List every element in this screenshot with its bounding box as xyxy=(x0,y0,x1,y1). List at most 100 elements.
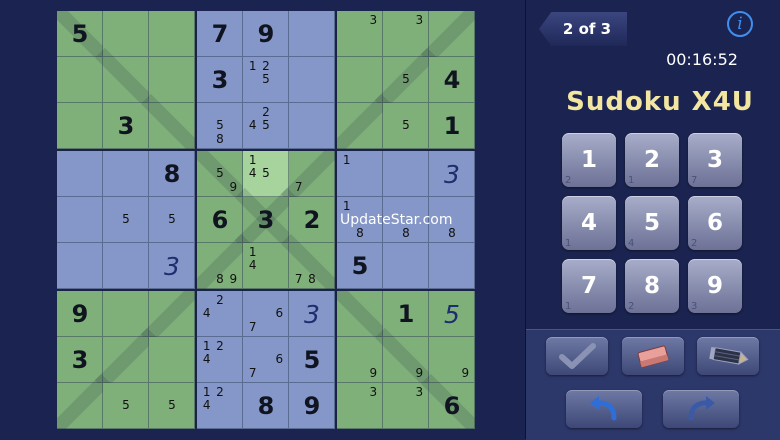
erase-button[interactable] xyxy=(622,337,684,375)
board-cell[interactable]: 7 xyxy=(197,11,243,57)
board-cell[interactable]: 6 xyxy=(197,197,243,243)
board-cell[interactable]: 5 xyxy=(103,197,149,243)
board-cell[interactable]: 7 xyxy=(289,151,335,197)
pencil-mark xyxy=(200,119,213,132)
board-cell[interactable] xyxy=(337,57,383,103)
check-button[interactable] xyxy=(546,337,608,375)
pencil-mark xyxy=(386,14,399,27)
number-key-1[interactable]: 12 xyxy=(562,133,616,187)
number-key-7[interactable]: 71 xyxy=(562,259,616,313)
board-cell[interactable] xyxy=(383,151,429,197)
board-cell[interactable]: 145 xyxy=(243,151,289,197)
board-cell[interactable] xyxy=(289,103,335,149)
board-cell[interactable]: 4 xyxy=(429,57,475,103)
board-cell[interactable] xyxy=(149,291,195,337)
board-cell[interactable] xyxy=(57,57,103,103)
board-cell[interactable]: 8 xyxy=(243,383,289,429)
board-cell[interactable] xyxy=(429,11,475,57)
number-key-6[interactable]: 62 xyxy=(688,196,742,250)
number-key-2[interactable]: 21 xyxy=(625,133,679,187)
board-cell[interactable] xyxy=(103,11,149,57)
board-cell[interactable]: 9 xyxy=(429,337,475,383)
board-cell[interactable]: 1 xyxy=(337,151,383,197)
board-cell[interactable]: 5 xyxy=(149,383,195,429)
board-cell[interactable] xyxy=(149,57,195,103)
board-cell[interactable]: 1 xyxy=(383,291,429,337)
info-icon[interactable]: i xyxy=(727,11,753,37)
board-cell[interactable]: 3 xyxy=(243,197,289,243)
board-cell[interactable] xyxy=(103,57,149,103)
board-cell[interactable] xyxy=(289,11,335,57)
back-button[interactable]: 2 of 3 xyxy=(539,12,627,46)
board-cell[interactable] xyxy=(103,243,149,289)
board-cell[interactable] xyxy=(103,151,149,197)
board-cell[interactable]: 67 xyxy=(243,337,289,383)
board-cell[interactable]: 89 xyxy=(197,243,243,289)
board-cell[interactable]: 125 xyxy=(243,57,289,103)
board-cell[interactable] xyxy=(103,337,149,383)
board-cell[interactable] xyxy=(57,151,103,197)
board-cell[interactable]: 3 xyxy=(197,57,243,103)
board-cell[interactable]: 9 xyxy=(289,383,335,429)
board-cell[interactable] xyxy=(57,243,103,289)
undo-button[interactable] xyxy=(566,390,642,428)
board-cell[interactable]: 2 xyxy=(289,197,335,243)
board-cell[interactable]: 124 xyxy=(197,383,243,429)
board-cell[interactable]: 9 xyxy=(337,337,383,383)
board-cell[interactable]: 3 xyxy=(429,151,475,197)
redo-button[interactable] xyxy=(663,390,739,428)
board-cell[interactable] xyxy=(57,197,103,243)
board-cell[interactable]: 5 xyxy=(57,11,103,57)
board-cell[interactable]: 5 xyxy=(383,103,429,149)
board-cell[interactable]: 3 xyxy=(337,383,383,429)
board-cell[interactable]: 5 xyxy=(337,243,383,289)
board-cell[interactable]: 8 xyxy=(149,151,195,197)
board-cell[interactable]: 78 xyxy=(289,243,335,289)
board-cell[interactable] xyxy=(57,383,103,429)
board-cell[interactable] xyxy=(383,243,429,289)
board-cell[interactable]: 14 xyxy=(243,243,289,289)
board-cell[interactable]: 3 xyxy=(149,243,195,289)
board-cell[interactable]: 3 xyxy=(103,103,149,149)
board-cell[interactable]: 24 xyxy=(197,291,243,337)
board-cell[interactable] xyxy=(103,291,149,337)
board-cell[interactable]: 9 xyxy=(243,11,289,57)
board-cell[interactable]: 5 xyxy=(289,337,335,383)
number-key-3[interactable]: 37 xyxy=(688,133,742,187)
board-cell[interactable] xyxy=(149,103,195,149)
board-cell[interactable]: 9 xyxy=(383,337,429,383)
number-key-5[interactable]: 54 xyxy=(625,196,679,250)
board-cell[interactable] xyxy=(337,103,383,149)
number-key-8[interactable]: 82 xyxy=(625,259,679,313)
board-cell[interactable] xyxy=(429,243,475,289)
number-key-9[interactable]: 93 xyxy=(688,259,742,313)
board-cell[interactable]: 9 xyxy=(57,291,103,337)
board-cell[interactable]: 3 xyxy=(57,337,103,383)
board-cell[interactable]: 5 xyxy=(103,383,149,429)
board-cell[interactable]: 6 xyxy=(429,383,475,429)
board-cell[interactable] xyxy=(337,291,383,337)
board-cell[interactable] xyxy=(149,337,195,383)
board-cell[interactable]: 245 xyxy=(243,103,289,149)
board-cell[interactable]: 124 xyxy=(197,337,243,383)
number-key-4[interactable]: 41 xyxy=(562,196,616,250)
pencil-mark: 2 xyxy=(262,59,270,73)
board-cell[interactable]: 1 xyxy=(429,103,475,149)
board-cell[interactable]: 59 xyxy=(197,151,243,197)
board-cell[interactable]: 5 xyxy=(383,57,429,103)
board-cell[interactable]: 3 xyxy=(383,383,429,429)
board-cell[interactable] xyxy=(149,11,195,57)
board-cell[interactable] xyxy=(289,57,335,103)
board-cell[interactable]: 67 xyxy=(243,291,289,337)
board-cell[interactable]: 5 xyxy=(429,291,475,337)
pencil-button[interactable] xyxy=(697,337,759,375)
cell-given-value: 3 xyxy=(117,112,135,140)
board-cell[interactable]: 3 xyxy=(383,11,429,57)
board-cell[interactable]: 5 xyxy=(149,197,195,243)
board-cell[interactable] xyxy=(57,103,103,149)
pencil-mark xyxy=(227,353,240,366)
board-cell[interactable]: 3 xyxy=(337,11,383,57)
board-cell[interactable]: 3 xyxy=(289,291,335,337)
cell-given-value: 3 xyxy=(211,66,229,94)
board-cell[interactable]: 58 xyxy=(197,103,243,149)
